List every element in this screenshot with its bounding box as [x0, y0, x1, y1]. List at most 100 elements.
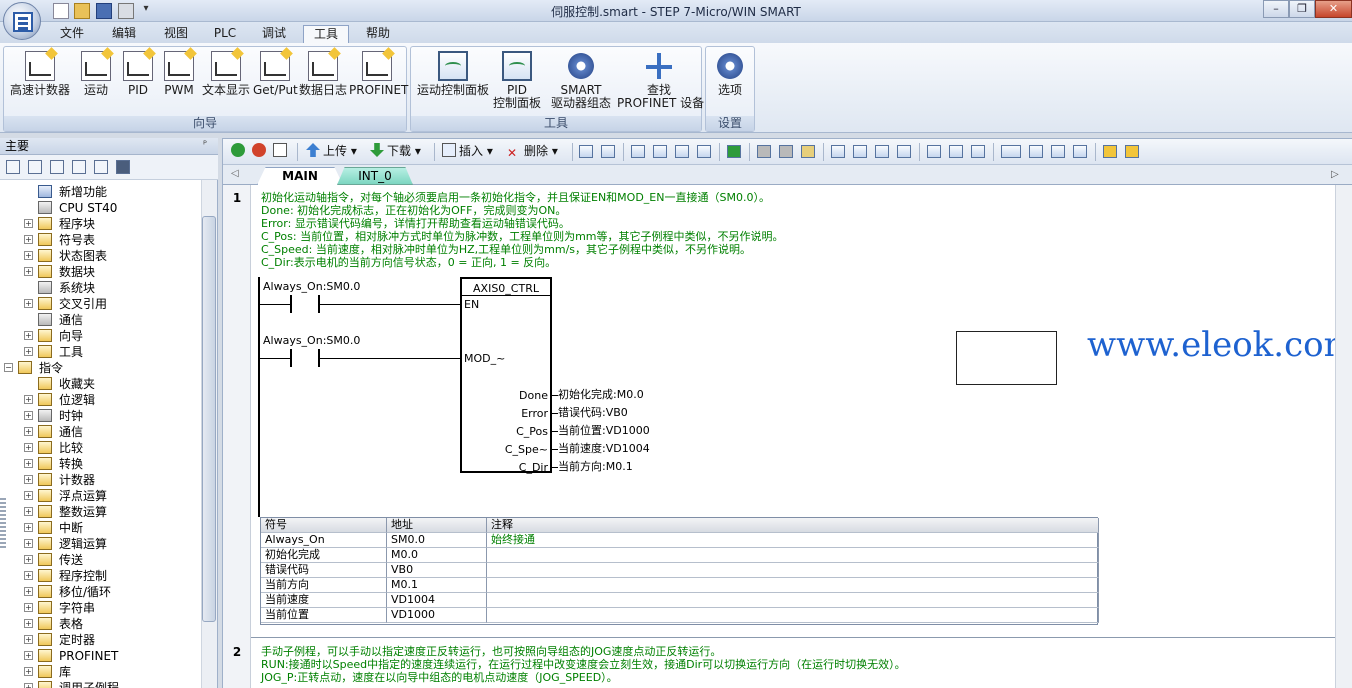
- tree-item[interactable]: 通信: [0, 312, 200, 328]
- editor-scrollbar[interactable]: [1335, 185, 1352, 688]
- view-2-icon[interactable]: [28, 160, 42, 174]
- maximize-button[interactable]: ❐: [1289, 0, 1315, 18]
- stop-button[interactable]: [252, 143, 269, 161]
- symbol-table-cell[interactable]: 始终接通: [487, 533, 1099, 548]
- tree-item[interactable]: + 状态图表: [0, 248, 200, 264]
- bookmark-icon[interactable]: [631, 145, 645, 158]
- trend-view-icon[interactable]: [601, 145, 615, 158]
- symbol-table-cell[interactable]: VD1000: [387, 608, 487, 623]
- tree-item[interactable]: + 数据块: [0, 264, 200, 280]
- delete-dropdown-icon[interactable]: ▾: [552, 144, 558, 158]
- symbol-table-cell[interactable]: 当前速度: [261, 593, 387, 608]
- wizard-pwm-button[interactable]: PWM: [159, 51, 199, 97]
- lock-icon[interactable]: [757, 145, 771, 158]
- wizard-profinet-button[interactable]: PROFINET: [349, 51, 408, 97]
- tab-edit[interactable]: 编辑: [104, 25, 144, 43]
- tree-item[interactable]: + 浮点运算: [0, 488, 200, 504]
- insert-button[interactable]: 插入 ▾: [442, 143, 493, 161]
- expand-icon[interactable]: +: [24, 427, 33, 436]
- output-done-operand[interactable]: 初始化完成:M0.0: [558, 389, 644, 401]
- poi-icon[interactable]: [1073, 145, 1087, 158]
- tabs-right-arrow-icon[interactable]: ▷: [1331, 169, 1339, 180]
- collapse-icon[interactable]: −: [4, 363, 13, 372]
- next-bookmark-icon[interactable]: [653, 145, 667, 158]
- symbol-table-cell[interactable]: [487, 578, 1099, 593]
- wizard-hsc-button[interactable]: 高速计数器: [8, 51, 72, 97]
- expand-icon[interactable]: +: [24, 635, 33, 644]
- tree-item[interactable]: + 逻辑运算: [0, 536, 200, 552]
- symbol-table-cell[interactable]: [487, 593, 1099, 608]
- expand-icon[interactable]: +: [24, 571, 33, 580]
- line-right-icon[interactable]: [897, 145, 911, 158]
- tree-item[interactable]: + 整数运算: [0, 504, 200, 520]
- tree-item[interactable]: + 时钟: [0, 408, 200, 424]
- tree-item[interactable]: 收藏夹: [0, 376, 200, 392]
- expand-icon[interactable]: +: [24, 411, 33, 420]
- motion-control-panel-button[interactable]: 运动控制面板: [415, 51, 491, 97]
- contact1-left-bar[interactable]: [290, 295, 292, 313]
- tree-item[interactable]: + 计数器: [0, 472, 200, 488]
- symbol-table-cell[interactable]: SM0.0: [387, 533, 487, 548]
- expand-icon[interactable]: +: [24, 587, 33, 596]
- wizard-pid-button[interactable]: PID: [118, 51, 158, 97]
- monitor-icon[interactable]: [116, 160, 130, 174]
- tree-item[interactable]: + 向导: [0, 328, 200, 344]
- output-error-operand[interactable]: 错误代码:VB0: [558, 407, 628, 419]
- tree-item[interactable]: + PROFINET: [0, 648, 200, 664]
- properties-icon[interactable]: [1125, 145, 1139, 158]
- download-button[interactable]: 下载 ▾: [370, 143, 421, 161]
- expand-icon[interactable]: +: [24, 331, 33, 340]
- branch-icon[interactable]: [831, 145, 845, 158]
- options-button[interactable]: 选项: [708, 51, 752, 97]
- symbol-address-icon[interactable]: [1001, 145, 1021, 158]
- expand-icon[interactable]: +: [24, 523, 33, 532]
- symbol-table-cell[interactable]: M0.0: [387, 548, 487, 563]
- expand-icon[interactable]: +: [24, 347, 33, 356]
- output-c-dir-operand[interactable]: 当前方向:M0.1: [558, 461, 633, 473]
- expand-icon[interactable]: +: [24, 539, 33, 548]
- tree-item[interactable]: + 位逻辑: [0, 392, 200, 408]
- expand-icon[interactable]: +: [24, 491, 33, 500]
- key-icon[interactable]: [1103, 145, 1117, 158]
- tab-main[interactable]: MAIN: [257, 167, 343, 185]
- view-5-icon[interactable]: [94, 160, 108, 174]
- tree-item[interactable]: + 转换: [0, 456, 200, 472]
- tab-file[interactable]: 文件: [52, 25, 92, 43]
- tree-item[interactable]: + 比较: [0, 440, 200, 456]
- download-dropdown-icon[interactable]: ▾: [415, 144, 421, 158]
- line-down-icon[interactable]: [853, 145, 867, 158]
- tree-item[interactable]: + 程序控制: [0, 568, 200, 584]
- new-file-icon[interactable]: [53, 3, 69, 19]
- symbol-table-cell[interactable]: 当前位置: [261, 608, 387, 623]
- minimize-button[interactable]: –: [1263, 0, 1289, 18]
- expand-icon[interactable]: +: [24, 251, 33, 260]
- pid-control-panel-button[interactable]: PID 控制面板: [491, 51, 543, 110]
- tree-item[interactable]: + 移位/循环: [0, 584, 200, 600]
- expand-icon[interactable]: +: [24, 299, 33, 308]
- wizard-motion-button[interactable]: 运动: [74, 51, 118, 97]
- view-3-icon[interactable]: [50, 160, 64, 174]
- wizard-datalog-button[interactable]: 数据日志: [297, 51, 349, 97]
- tab-tools[interactable]: 工具: [303, 25, 349, 43]
- view-1-icon[interactable]: [6, 160, 20, 174]
- delete-button[interactable]: ✕ 删除 ▾: [507, 143, 558, 161]
- wizard-text-display-button[interactable]: 文本显示: [200, 51, 252, 97]
- tree-item[interactable]: 系统块: [0, 280, 200, 296]
- tab-debug[interactable]: 调试: [254, 25, 294, 43]
- tree-item[interactable]: + 表格: [0, 616, 200, 632]
- open-folder-icon[interactable]: [74, 3, 90, 19]
- expand-icon[interactable]: +: [24, 219, 33, 228]
- tree-item[interactable]: + 定时器: [0, 632, 200, 648]
- symbol-table-cell[interactable]: VD1004: [387, 593, 487, 608]
- box-icon[interactable]: [971, 145, 985, 158]
- run-button[interactable]: [231, 143, 248, 161]
- tree-item[interactable]: + 程序块: [0, 216, 200, 232]
- pin-icon[interactable]: ᴾ: [203, 140, 213, 151]
- expand-icon[interactable]: +: [24, 619, 33, 628]
- wizard-getput-button[interactable]: Get/Put: [253, 51, 298, 97]
- expand-icon[interactable]: +: [24, 443, 33, 452]
- panel-splitter[interactable]: [0, 498, 6, 548]
- symbol-table-cell[interactable]: 错误代码: [261, 563, 387, 578]
- tree-item[interactable]: + 库: [0, 664, 200, 680]
- symbol-table-cell[interactable]: Always_On: [261, 533, 387, 548]
